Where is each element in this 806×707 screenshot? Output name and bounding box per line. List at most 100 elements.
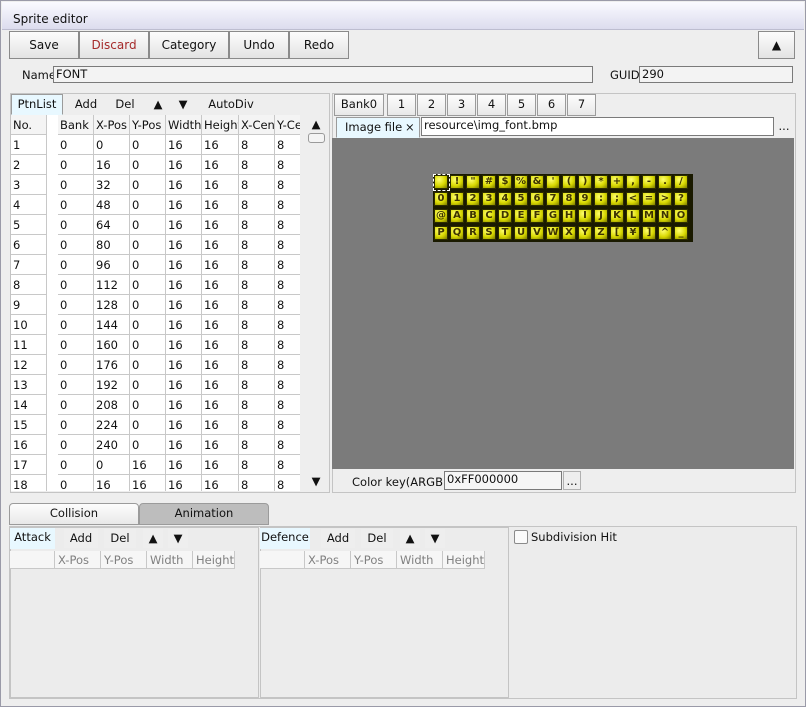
discard-button[interactable]: Discard (79, 31, 149, 59)
col-header[interactable]: Y-Pos (130, 115, 166, 135)
col-header[interactable]: Height (193, 551, 235, 569)
col-header[interactable]: Height (202, 115, 239, 135)
ptn-move-down-button[interactable]: ▼ (173, 95, 193, 114)
scroll-thumb[interactable] (308, 133, 325, 143)
colorkey-field[interactable]: 0xFF000000 (444, 471, 562, 490)
col-header[interactable]: Width (397, 551, 443, 569)
tab-bank-1[interactable]: 1 (387, 94, 416, 116)
table-row[interactable]: 12 0 176 0 16 16 8 8 (11, 355, 300, 375)
name-field[interactable]: FONT (53, 66, 593, 83)
tab-attack[interactable]: Attack (10, 528, 55, 549)
table-row[interactable]: 7 0 96 0 16 16 8 8 (11, 255, 300, 275)
image-browse-button[interactable]: ... (776, 117, 792, 136)
font-glyph: M (642, 209, 656, 223)
subdivision-checkbox[interactable] (514, 530, 528, 544)
attack-del-button[interactable]: Del (104, 529, 136, 548)
table-row[interactable]: 18 0 16 16 16 16 8 8 (11, 475, 300, 491)
attack-move-up-button[interactable]: ▲ (143, 529, 163, 548)
table-cell: 8 (239, 155, 275, 175)
font-glyph: 3 (482, 192, 496, 206)
col-header[interactable]: Width (166, 115, 202, 135)
tab-bank-6[interactable]: 6 (537, 94, 566, 116)
tab-bank-4[interactable]: 4 (477, 94, 506, 116)
scroll-down-button[interactable]: ▼ (307, 472, 325, 491)
category-button[interactable]: Category (149, 31, 229, 59)
ptn-move-up-button[interactable]: ▲ (148, 95, 168, 114)
ptn-add-button[interactable]: Add (68, 95, 104, 114)
table-cell: 16 (94, 475, 130, 491)
col-header[interactable]: No. (11, 115, 47, 135)
table-row[interactable]: 17 0 0 16 16 16 8 8 (11, 455, 300, 475)
save-button[interactable]: Save (9, 31, 79, 59)
table-cell: 16 (166, 155, 202, 175)
table-cell: 0 (130, 195, 166, 215)
colorkey-browse-button[interactable]: ... (563, 471, 581, 490)
tab-bank-0[interactable]: Bank0 (334, 94, 384, 116)
table-cell: 0 (130, 435, 166, 455)
defence-move-up-button[interactable]: ▲ (400, 529, 420, 548)
undo-button[interactable]: Undo (229, 31, 289, 59)
table-row[interactable]: 14 0 208 0 16 16 8 8 (11, 395, 300, 415)
collapse-button[interactable]: ▲ (758, 31, 795, 59)
tab-bank-2[interactable]: 2 (417, 94, 446, 116)
close-icon[interactable]: × (405, 118, 415, 137)
table-row[interactable]: 8 0 112 0 16 16 8 8 (11, 275, 300, 295)
table-row[interactable]: 15 0 224 0 16 16 8 8 (11, 415, 300, 435)
font-glyph: 5 (514, 192, 528, 206)
table-row[interactable]: 16 0 240 0 16 16 8 8 (11, 435, 300, 455)
col-header[interactable]: Bank (58, 115, 94, 135)
table-row[interactable]: 10 0 144 0 16 16 8 8 (11, 315, 300, 335)
defence-add-button[interactable]: Add (321, 529, 355, 548)
col-header[interactable]: Y-Pos (101, 551, 147, 569)
font-sprite-sheet[interactable]: ! " # $% & '() * +, -./ 0 1 2 3 4 5 6 7 8 9:; < = >? @ A B C D E F G H… (433, 174, 693, 242)
table-row[interactable]: 1 0 0 0 16 16 8 8 (11, 135, 300, 155)
table-cell: 16 (166, 435, 202, 455)
font-glyph: # (482, 175, 496, 189)
guid-field[interactable]: 290 (639, 66, 793, 83)
col-header[interactable]: Height (443, 551, 485, 569)
tab-bank-5[interactable]: 5 (507, 94, 536, 116)
col-header[interactable]: Y-Pos (351, 551, 397, 569)
tab-image-file[interactable]: Image file × (336, 117, 420, 138)
table-row[interactable]: 9 0 128 0 16 16 8 8 (11, 295, 300, 315)
tab-animation[interactable]: Animation (139, 503, 269, 525)
image-path-field[interactable]: resource\img_font.bmp (421, 117, 774, 136)
defence-del-button[interactable]: Del (361, 529, 393, 548)
col-header[interactable]: Y-Cen (275, 115, 300, 135)
col-header[interactable] (10, 551, 55, 569)
font-glyph: N (658, 209, 672, 223)
table-cell: 8 (275, 435, 300, 455)
col-header[interactable]: X-Pos (55, 551, 101, 569)
attack-add-button[interactable]: Add (64, 529, 98, 548)
ptn-del-button[interactable]: Del (108, 95, 142, 114)
scroll-up-button[interactable]: ▲ (307, 115, 325, 134)
col-header[interactable]: X-Pos (94, 115, 130, 135)
redo-button[interactable]: Redo (289, 31, 349, 59)
table-row[interactable]: 13 0 192 0 16 16 8 8 (11, 375, 300, 395)
tab-bank-7[interactable]: 7 (567, 94, 596, 116)
font-glyph: * (594, 175, 608, 189)
tab-ptnlist[interactable]: PtnList (11, 94, 63, 115)
col-header[interactable]: Width (147, 551, 193, 569)
table-row[interactable]: 3 0 32 0 16 16 8 8 (11, 175, 300, 195)
selection-marquee (433, 174, 450, 191)
table-row[interactable]: 5 0 64 0 16 16 8 8 (11, 215, 300, 235)
col-header[interactable] (260, 551, 305, 569)
font-glyph: O (674, 209, 688, 223)
table-row[interactable]: 2 0 16 0 16 16 8 8 (11, 155, 300, 175)
tab-bank-3[interactable]: 3 (447, 94, 476, 116)
tab-collision[interactable]: Collision (9, 503, 139, 525)
table-row[interactable]: 11 0 160 0 16 16 8 8 (11, 335, 300, 355)
tab-defence[interactable]: Defence (260, 528, 310, 549)
font-glyph: C (482, 209, 496, 223)
table-row[interactable]: 4 0 48 0 16 16 8 8 (11, 195, 300, 215)
table-row[interactable]: 6 0 80 0 16 16 8 8 (11, 235, 300, 255)
table-cell: 0 (130, 375, 166, 395)
ptn-scrollbar[interactable] (303, 115, 327, 491)
col-header[interactable]: X-Pos (305, 551, 351, 569)
defence-move-down-button[interactable]: ▼ (425, 529, 445, 548)
col-header[interactable]: X-Cen (239, 115, 275, 135)
table-cell: 0 (58, 375, 94, 395)
attack-move-down-button[interactable]: ▼ (168, 529, 188, 548)
autodiv-button[interactable]: AutoDiv (198, 95, 264, 114)
